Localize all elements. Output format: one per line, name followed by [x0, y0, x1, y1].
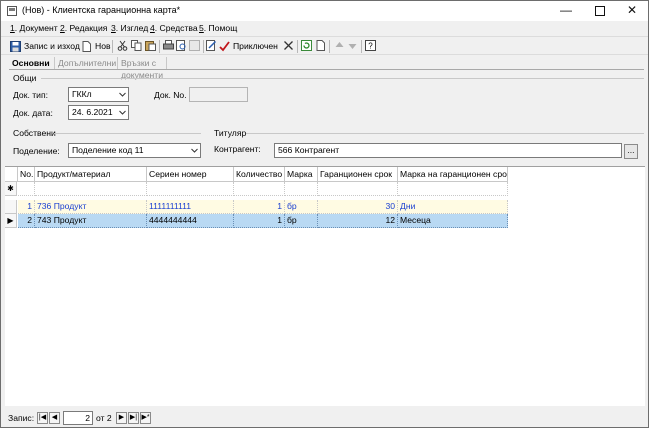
- menu-edit[interactable]: 2. Редакция: [60, 23, 107, 33]
- cell-no[interactable]: 1: [18, 200, 35, 214]
- doc-type-select[interactable]: ГККл: [68, 87, 129, 102]
- maximize-icon[interactable]: [583, 1, 617, 21]
- cell-warranty-period[interactable]: 12: [318, 214, 398, 228]
- division-label: Поделение:: [13, 146, 60, 156]
- cell-quantity[interactable]: 1: [234, 214, 285, 228]
- finalize-button[interactable]: Приключен: [219, 39, 278, 53]
- menu-view[interactable]: 3. Изглед: [111, 23, 148, 33]
- cell-product[interactable]: 743 Продукт: [35, 214, 147, 228]
- last-record-button[interactable]: ▶|: [128, 412, 139, 424]
- new-document-icon: [82, 41, 91, 53]
- chevron-down-icon: [191, 148, 198, 153]
- app-icon: [7, 6, 17, 16]
- col-header-serial[interactable]: Сериен номер: [147, 167, 234, 182]
- record-label: Запис:: [8, 413, 35, 423]
- division-select[interactable]: Поделение код 11: [68, 143, 201, 158]
- close-icon[interactable]: ✕: [615, 1, 649, 21]
- doc-type-value: ГККл: [72, 89, 92, 99]
- menu-bar: 1. Документ 2. Редакция 3. Изглед 4. Сре…: [1, 21, 648, 36]
- cell-no[interactable]: 2: [18, 214, 35, 228]
- cut-icon[interactable]: [117, 40, 128, 51]
- owners-group-line: [54, 133, 201, 134]
- items-grid: No. Продукт/материал Сериен номер Количе…: [5, 166, 645, 406]
- window-title: (Нов) - Клиентска гаранционна карта*: [22, 5, 181, 15]
- holder-group-line: [246, 133, 644, 134]
- general-group-legend: Общи: [13, 73, 37, 83]
- col-header-no[interactable]: No.: [18, 167, 35, 182]
- current-row-arrow-icon: ▶: [5, 214, 17, 228]
- table-row[interactable]: 1 736 Продукт 1111111111 1 бр 30 Дни: [5, 200, 508, 214]
- chevron-down-icon: [119, 92, 126, 97]
- partner-label: Контрагент:: [214, 144, 261, 154]
- refresh-icon[interactable]: [301, 40, 312, 51]
- grid-corner: [5, 167, 18, 182]
- chevron-down-icon: [119, 110, 126, 115]
- doc-no-label: Док. No.: [154, 90, 187, 100]
- save-exit-button[interactable]: Запис и изход: [10, 39, 80, 53]
- app-window: (Нов) - Клиентска гаранционна карта* — ✕…: [0, 0, 649, 428]
- save-icon: [10, 41, 21, 53]
- arrow-down-icon[interactable]: [347, 40, 358, 51]
- document-disabled-icon[interactable]: [189, 40, 200, 51]
- menu-tools[interactable]: 4. Средства: [150, 23, 198, 33]
- print-preview-icon[interactable]: [176, 40, 187, 51]
- cell-brand[interactable]: бр: [285, 214, 318, 228]
- new-record-button[interactable]: ▶*: [140, 412, 151, 424]
- division-value: Поделение код 11: [72, 145, 144, 155]
- new-row[interactable]: ✱: [5, 182, 508, 196]
- toolbar: Запис и изход Нов Приключен ?: [1, 36, 648, 55]
- table-row-selected[interactable]: ▶ 2 743 Продукт 4444444444 1 бр 12 Месец…: [5, 214, 508, 228]
- paste-icon[interactable]: [145, 40, 156, 51]
- owners-group-legend: Собствени: [13, 128, 56, 138]
- svg-text:?: ?: [368, 42, 373, 51]
- holder-group-legend: Титуляр: [214, 128, 247, 138]
- new-row-marker: ✱: [5, 182, 17, 196]
- partner-field[interactable]: 566 Контрагент: [274, 143, 622, 158]
- check-icon: [219, 41, 230, 52]
- cell-serial[interactable]: 1111111111: [147, 200, 234, 214]
- cell-warranty-unit[interactable]: Дни: [398, 200, 508, 214]
- doc-date-value: 24. 6.2021: [72, 107, 113, 117]
- cell-serial[interactable]: 4444444444: [147, 214, 234, 228]
- record-count-label: от 2: [96, 413, 112, 423]
- current-record-field[interactable]: 2: [63, 411, 93, 425]
- edit-document-icon[interactable]: [206, 40, 217, 51]
- col-header-brand[interactable]: Марка: [285, 167, 318, 182]
- menu-help[interactable]: 5. Помощ: [199, 23, 237, 33]
- doc-date-picker[interactable]: 24. 6.2021: [68, 105, 129, 120]
- col-header-warranty-unit[interactable]: Марка на гаранционен срок: [398, 167, 508, 182]
- row-indicator: [5, 200, 17, 214]
- col-header-warranty-period[interactable]: Гаранционен срок: [318, 167, 398, 182]
- title-bar: (Нов) - Клиентска гаранционна карта* — ✕: [1, 1, 648, 21]
- partner-browse-button[interactable]: ...: [624, 144, 638, 159]
- menu-document[interactable]: 1. Документ: [10, 23, 58, 33]
- cell-warranty-period[interactable]: 30: [318, 200, 398, 214]
- tab-divider: [9, 69, 644, 70]
- arrow-up-icon[interactable]: [334, 40, 345, 51]
- cell-warranty-unit[interactable]: Месеца: [398, 214, 508, 228]
- blank-page-icon[interactable]: [315, 40, 326, 51]
- general-group-line: [41, 78, 644, 79]
- help-icon[interactable]: ?: [365, 40, 376, 51]
- print-icon[interactable]: [163, 40, 174, 51]
- doc-no-field[interactable]: [189, 87, 248, 102]
- first-record-button[interactable]: |◀: [37, 412, 48, 424]
- minimize-icon[interactable]: —: [549, 1, 583, 21]
- col-header-quantity[interactable]: Количество: [234, 167, 285, 182]
- cell-product[interactable]: 736 Продукт: [35, 200, 147, 214]
- next-record-button[interactable]: ▶: [116, 412, 127, 424]
- prev-record-button[interactable]: ◀: [49, 412, 60, 424]
- copy-icon[interactable]: [131, 40, 142, 51]
- col-header-product[interactable]: Продукт/материал: [35, 167, 147, 182]
- cell-quantity[interactable]: 1: [234, 200, 285, 214]
- doc-type-label: Док. тип:: [13, 90, 49, 100]
- doc-date-label: Док. дата:: [13, 108, 53, 118]
- cancel-icon[interactable]: [283, 40, 294, 51]
- record-navigator: Запис: |◀ ◀ 2 от 2 ▶ ▶| ▶*: [1, 409, 648, 427]
- cell-brand[interactable]: бр: [285, 200, 318, 214]
- new-button[interactable]: Нов: [81, 39, 111, 53]
